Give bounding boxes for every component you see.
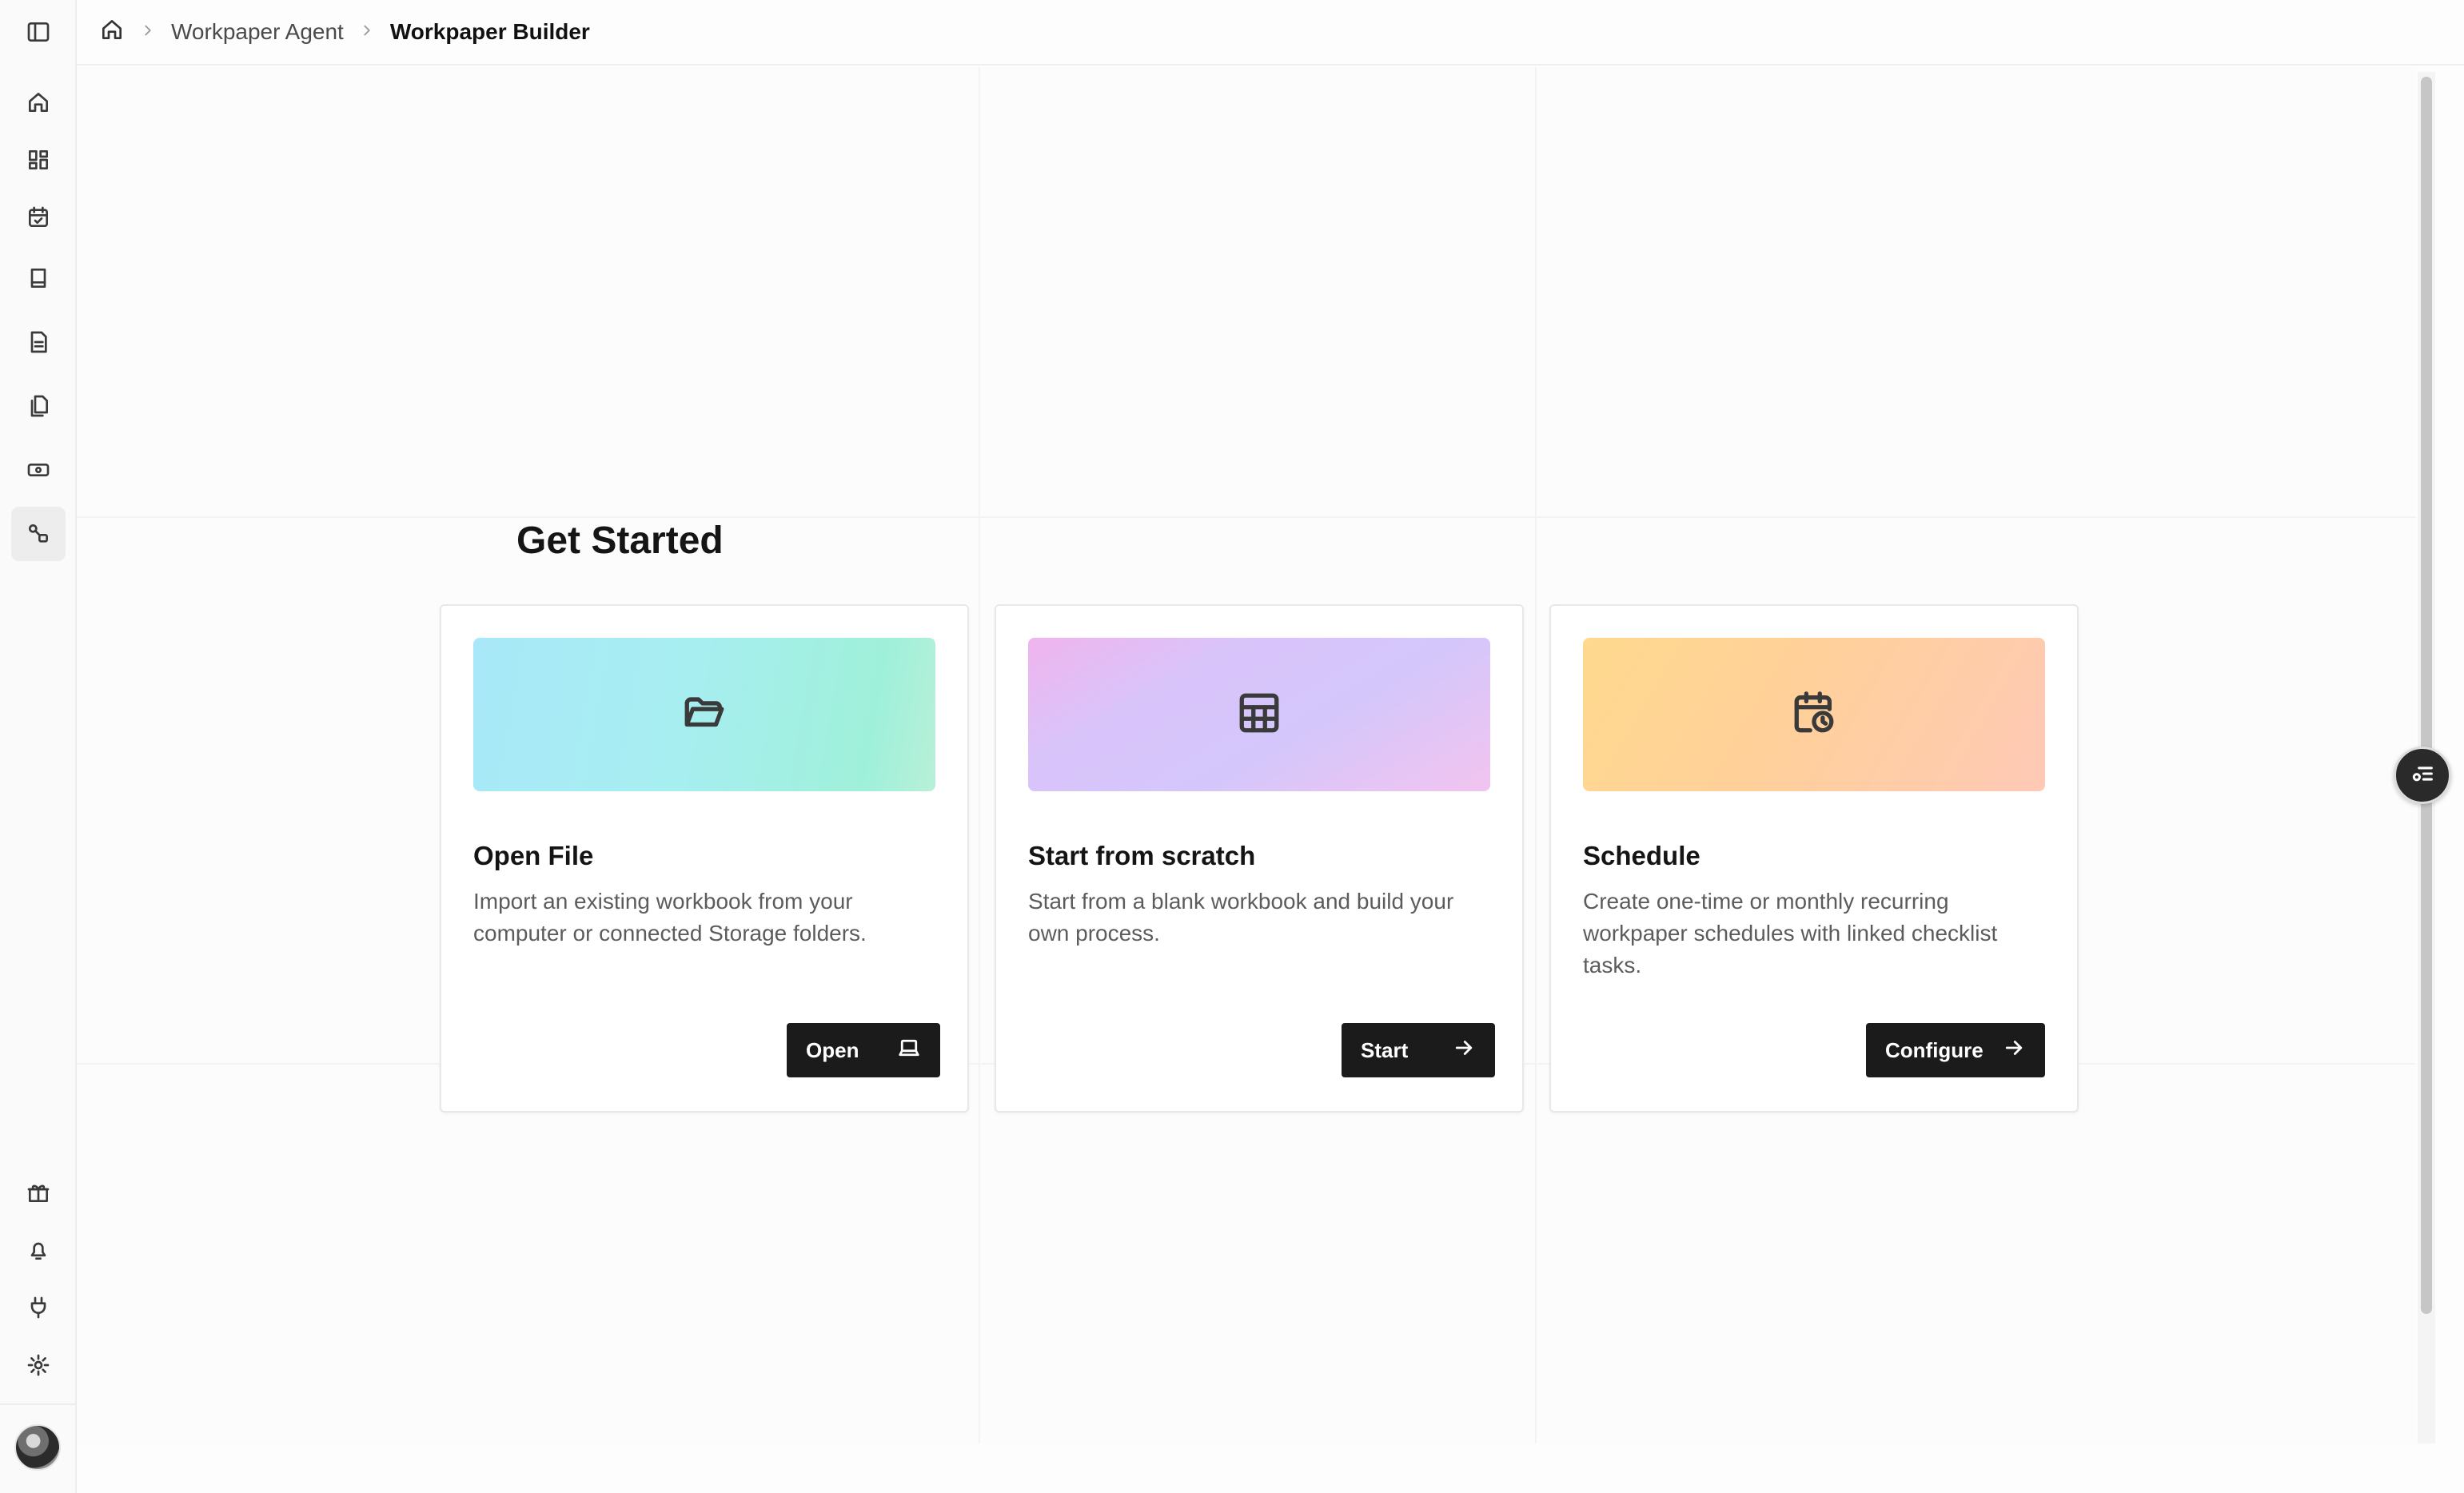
- sidebar-toggle-icon[interactable]: [11, 5, 66, 59]
- scrollbar-thumb[interactable]: [2421, 77, 2432, 1314]
- settings-icon[interactable]: [11, 1338, 66, 1392]
- home-icon[interactable]: [99, 17, 125, 48]
- bell-icon[interactable]: [11, 1223, 66, 1277]
- arrow-right-icon: [2002, 1036, 2026, 1065]
- folder-open-icon: [681, 690, 728, 740]
- open-file-banner: [473, 638, 935, 791]
- sidebar-divider: [0, 1403, 75, 1405]
- dashboard-icon[interactable]: [11, 133, 66, 187]
- card-description: Start from a blank workbook and build yo…: [1028, 889, 1454, 946]
- money-icon[interactable]: [11, 443, 66, 497]
- files-icon[interactable]: [11, 379, 66, 433]
- list-settings-icon: [2409, 760, 2436, 791]
- page-title: Get Started: [516, 520, 724, 562]
- configure-button[interactable]: Configure: [1866, 1023, 2045, 1077]
- gift-icon[interactable]: [11, 1165, 66, 1220]
- table-icon: [1236, 690, 1282, 740]
- open-button[interactable]: Open: [787, 1023, 940, 1077]
- card-title: Schedule: [1583, 841, 1700, 870]
- button-label: Open: [806, 1037, 859, 1062]
- button-label: Configure: [1885, 1037, 1984, 1062]
- start-button[interactable]: Start: [1342, 1023, 1495, 1077]
- book-icon[interactable]: [11, 251, 66, 305]
- calendar-clock-icon: [1791, 690, 1837, 740]
- breadcrumb-workpaper-agent[interactable]: Workpaper Agent: [171, 19, 344, 45]
- chevron-right-icon: [358, 19, 376, 45]
- workflow-icon[interactable]: [11, 507, 66, 561]
- main-content: Get Started Open File Import an existing…: [77, 67, 2416, 1443]
- top-bar: Workpaper Agent Workpaper Builder: [77, 0, 2464, 66]
- plug-icon[interactable]: [11, 1280, 66, 1335]
- home-icon[interactable]: [11, 75, 66, 129]
- button-label: Start: [1361, 1037, 1409, 1062]
- document-icon[interactable]: [11, 315, 66, 369]
- sidebar: [0, 0, 77, 1493]
- start-banner: [1028, 638, 1490, 791]
- card-title: Open File: [473, 841, 594, 870]
- card-title: Start from scratch: [1028, 841, 1256, 870]
- open-file-card: Open File Import an existing workbook fr…: [440, 604, 969, 1113]
- avatar[interactable]: [14, 1424, 61, 1471]
- breadcrumb-workpaper-builder: Workpaper Builder: [389, 19, 590, 44]
- task-list-fab[interactable]: [2394, 746, 2451, 804]
- calendar-check-icon[interactable]: [11, 190, 66, 245]
- schedule-banner: [1583, 638, 2045, 791]
- laptop-icon: [897, 1036, 921, 1065]
- chevron-right-icon: [139, 19, 157, 45]
- schedule-card: Schedule Create one-time or monthly recu…: [1549, 604, 2079, 1113]
- breadcrumb: Workpaper Agent Workpaper Builder: [99, 0, 590, 64]
- card-description: Create one-time or monthly recurring wor…: [1583, 889, 1998, 977]
- start-from-scratch-card: Start from scratch Start from a blank wo…: [995, 604, 1524, 1113]
- arrow-right-icon: [1452, 1036, 1476, 1065]
- card-description: Import an existing workbook from your co…: [473, 889, 867, 946]
